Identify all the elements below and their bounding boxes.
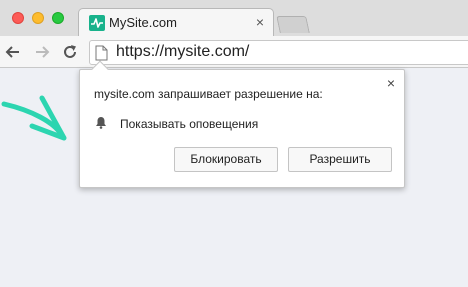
tab-strip: MySite.com ×	[0, 0, 468, 37]
tab-title: MySite.com	[109, 15, 177, 30]
window-maximize-button[interactable]	[52, 12, 64, 24]
allow-button[interactable]: Разрешить	[288, 147, 392, 172]
url-text[interactable]: https://mysite.com/	[116, 43, 249, 61]
popup-title: mysite.com запрашивает разрешение на:	[94, 87, 323, 101]
arrow-left-icon[interactable]	[4, 43, 22, 61]
address-bar[interactable]: https://mysite.com/	[89, 40, 468, 65]
new-tab-button[interactable]	[276, 16, 310, 33]
tab-mysite[interactable]: MySite.com ×	[78, 8, 274, 37]
permission-popup: × mysite.com запрашивает разрешение на: …	[79, 60, 405, 188]
window-minimize-button[interactable]	[32, 12, 44, 24]
browser-toolbar: https://mysite.com/	[0, 36, 468, 68]
close-icon[interactable]: ×	[387, 75, 395, 91]
permission-label: Показывать оповещения	[120, 117, 259, 131]
page-icon[interactable]	[95, 45, 108, 61]
bell-icon	[95, 116, 107, 129]
tab-close-icon[interactable]: ×	[256, 14, 264, 30]
block-button[interactable]: Блокировать	[174, 147, 278, 172]
curved-arrow-icon	[1, 95, 67, 141]
window-close-button[interactable]	[12, 12, 24, 24]
pulse-icon	[89, 15, 105, 31]
arrow-right-icon[interactable]	[33, 43, 51, 61]
reload-icon[interactable]	[61, 43, 79, 61]
